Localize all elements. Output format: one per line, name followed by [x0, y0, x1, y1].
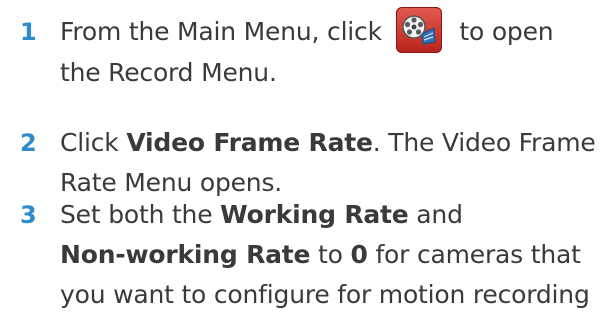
- step-2: 2 Click Video Frame Rate. The Video Fram…: [0, 123, 607, 203]
- step-number: 2: [20, 129, 37, 157]
- step-text: Click: [60, 128, 127, 157]
- step-line: Non-working Rate to 0 for cameras that: [60, 235, 607, 275]
- step-1: 1 From the Main Menu, click to open the …: [0, 7, 607, 93]
- menu-option-name: Video Frame Rate: [126, 128, 373, 157]
- step-text: Set both the: [60, 200, 221, 229]
- step-text: From the Main Menu, click: [60, 17, 382, 46]
- step-text: for cameras that: [367, 240, 581, 269]
- setting-name: Non-working Rate: [60, 240, 311, 269]
- step-number: 1: [20, 18, 37, 46]
- step-3: 3 Set both the Working Rate and Non-work…: [0, 195, 607, 315]
- step-line: Set both the Working Rate and: [60, 195, 607, 235]
- step-text: the Record Menu.: [60, 58, 277, 87]
- setting-value: 0: [350, 240, 368, 269]
- step-text: you want to configure for motion recordi…: [60, 280, 590, 309]
- setting-name: Working Rate: [220, 200, 409, 229]
- step-line: Click Video Frame Rate. The Video Frame: [60, 123, 607, 163]
- step-text: to open: [459, 17, 554, 46]
- step-text: to: [310, 240, 351, 269]
- step-text: and: [408, 200, 463, 229]
- step-line: From the Main Menu, click to open: [60, 7, 607, 53]
- step-text: . The Video Frame: [372, 128, 596, 157]
- film-reel-camera-graphic: [401, 15, 436, 45]
- step-number: 3: [20, 201, 37, 229]
- record-film-camera-icon[interactable]: [395, 7, 442, 53]
